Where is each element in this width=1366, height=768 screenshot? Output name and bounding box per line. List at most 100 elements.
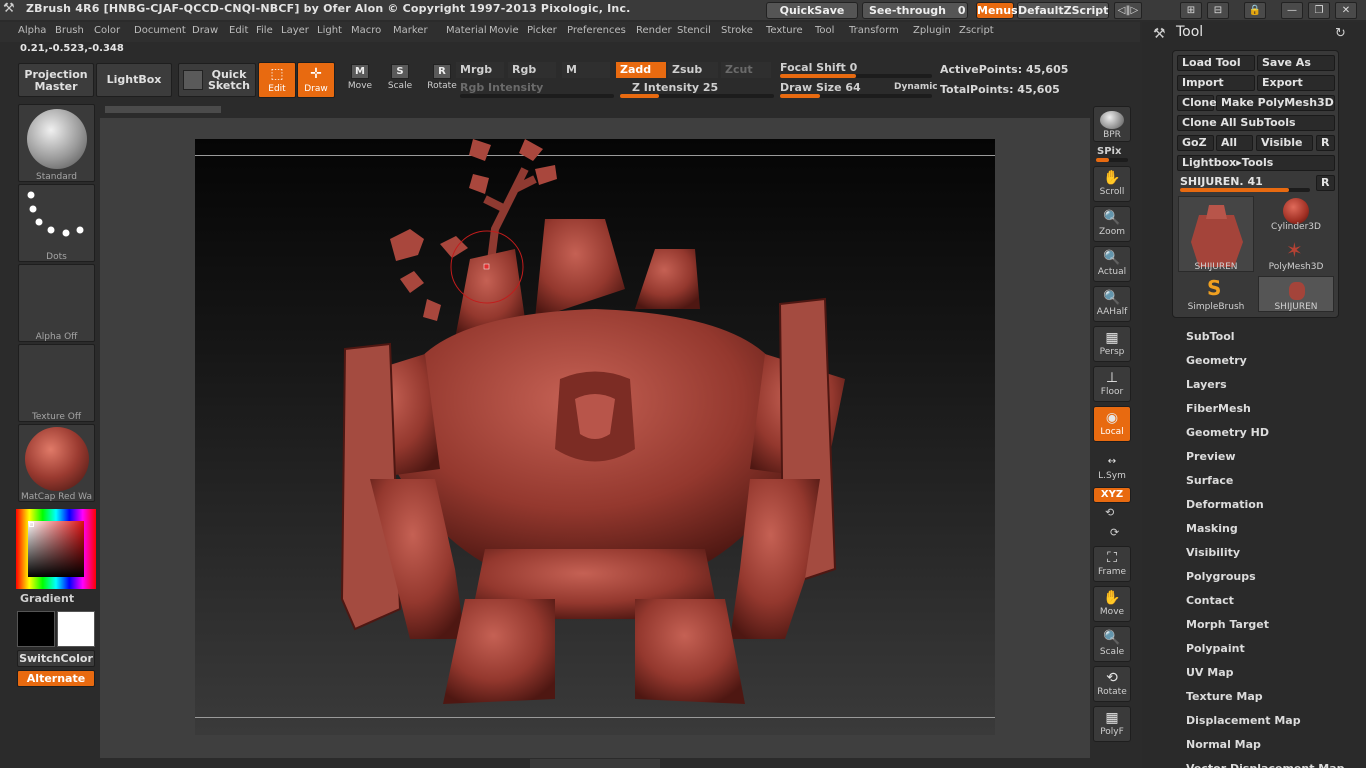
floor-button[interactable]: ⊥ Floor [1093,366,1131,402]
lock-icon[interactable]: 🔒 [1244,2,1266,19]
section-geometry-hd[interactable]: Geometry HD [1186,426,1269,439]
import-button[interactable]: Import [1177,75,1255,91]
menu-transform[interactable]: Transform [849,25,899,36]
bottom-scrollbar[interactable] [530,759,660,768]
zadd-button[interactable]: Zadd [616,62,666,78]
sculpt-model[interactable] [195,139,995,735]
primary-color-swatch[interactable] [17,611,55,647]
persp-button[interactable]: ▦ Persp [1093,326,1131,362]
goz-all-button[interactable]: All [1216,135,1253,151]
spix-slider[interactable]: SPix [1097,146,1121,157]
scale-mode-button[interactable]: S Scale [380,62,420,98]
restore-icon[interactable]: ❐ [1308,2,1330,19]
section-displacement-map[interactable]: Displacement Map [1186,714,1301,727]
section-subtool[interactable]: SubTool [1186,330,1235,343]
material-selector[interactable] [18,424,95,502]
section-masking[interactable]: Masking [1186,522,1238,535]
section-layers[interactable]: Layers [1186,378,1227,391]
switch-color-button[interactable]: SwitchColor [17,650,95,667]
rotate-view-button[interactable]: ⟲ Rotate [1093,666,1131,702]
lsym-button[interactable]: ↔ L.Sym [1093,452,1131,481]
menu-file[interactable]: File [256,25,273,36]
menu-material[interactable]: Material [446,25,487,36]
bpr-button[interactable]: BPR [1093,106,1131,142]
stroke-selector[interactable] [18,184,95,262]
brush-selector[interactable] [18,104,95,182]
actual-button[interactable]: 🔍 Actual [1093,246,1131,282]
canvas[interactable] [195,139,995,735]
move-view-button[interactable]: ✋ Move [1093,586,1131,622]
z-intensity-slider[interactable]: Z Intensity 25 [632,81,718,94]
goz-visible-button[interactable]: Visible [1256,135,1313,151]
tool-thumb-shijuren[interactable] [1178,196,1254,272]
section-polygroups[interactable]: Polygroups [1186,570,1256,583]
load-tool-button[interactable]: Load Tool [1177,55,1255,71]
menu-zscript[interactable]: Zscript [959,25,994,36]
menu-marker[interactable]: Marker [393,25,428,36]
section-contact[interactable]: Contact [1186,594,1234,607]
m-button[interactable]: M [562,62,610,78]
lightbox-tools-button[interactable]: Lightbox▸Tools [1177,155,1335,171]
scale-view-button[interactable]: 🔍 Scale [1093,626,1131,662]
quick-sketch-button[interactable]: Quick Sketch [178,63,256,97]
goz-r-button[interactable]: R [1316,135,1335,151]
rewind-icon[interactable]: ◁‖▷ [1114,2,1142,19]
menu-light[interactable]: Light [317,25,342,36]
secondary-color-swatch[interactable] [57,611,95,647]
scroll-button[interactable]: ✋ Scroll [1093,166,1131,202]
menu-tool[interactable]: Tool [815,25,834,36]
focal-shift-slider[interactable]: Focal Shift 0 [780,61,857,74]
menu-zplugin[interactable]: Zplugin [913,25,951,36]
draw-mode-button[interactable]: ✛ Draw [297,62,335,98]
zcut-button[interactable]: Zcut [721,62,771,78]
menu-alpha[interactable]: Alpha [18,25,46,36]
menu-layer[interactable]: Layer [281,25,309,36]
section-geometry[interactable]: Geometry [1186,354,1247,367]
make-polymesh3d-button[interactable]: Make PolyMesh3D [1216,95,1335,111]
section-visibility[interactable]: Visibility [1186,546,1240,559]
section-deformation[interactable]: Deformation [1186,498,1264,511]
refresh-icon[interactable]: ↻ [1335,26,1346,41]
menu-stroke[interactable]: Stroke [721,25,753,36]
export-button[interactable]: Export [1257,75,1335,91]
menu-color[interactable]: Color [94,25,120,36]
gradient-label[interactable]: Gradient [20,592,74,605]
section-surface[interactable]: Surface [1186,474,1233,487]
default-zscript-button[interactable]: DefaultZScript [1017,2,1109,19]
goz-button[interactable]: GoZ [1177,135,1214,151]
spix-track[interactable] [1096,158,1128,162]
zoom-button[interactable]: 🔍 Zoom [1093,206,1131,242]
menu-preferences[interactable]: Preferences [567,25,626,36]
rotate-z-icon[interactable]: ⟳ [1110,526,1119,539]
lightbox-button[interactable]: LightBox [96,63,172,97]
menu-document[interactable]: Document [134,25,186,36]
menu-macro[interactable]: Macro [351,25,381,36]
texture-selector[interactable] [18,344,95,422]
tool-r-button[interactable]: R [1316,175,1335,191]
rotate-y-icon[interactable]: ⟲ [1105,506,1114,519]
xyz-button[interactable]: XYZ [1093,487,1131,503]
minimize-icon[interactable]: — [1281,2,1303,19]
section-uv-map[interactable]: UV Map [1186,666,1234,679]
section-polypaint[interactable]: Polypaint [1186,642,1245,655]
section-texture-map[interactable]: Texture Map [1186,690,1263,703]
menu-movie[interactable]: Movie [489,25,519,36]
rgb-intensity-slider[interactable] [460,94,614,98]
aahalf-button[interactable]: 🔍 AAHalf [1093,286,1131,322]
menu-picker[interactable]: Picker [527,25,557,36]
frame-button[interactable]: ⛶ Frame [1093,546,1131,582]
document-scrollbar[interactable] [105,106,221,113]
simplebrush-icon[interactable]: S [1207,276,1221,300]
section-vector-displacement-map[interactable]: Vector Displacement Map [1186,762,1345,768]
z-intensity-track[interactable] [620,94,774,98]
alternate-button[interactable]: Alternate [17,670,95,687]
menu-edit[interactable]: Edit [229,25,248,36]
layout-alt-icon[interactable]: ⊟ [1207,2,1229,19]
see-through-slider[interactable]: See-through 0 [862,2,968,19]
clone-all-subtools-button[interactable]: Clone All SubTools [1177,115,1335,131]
mrgb-button[interactable]: Mrgb [456,62,504,78]
section-preview[interactable]: Preview [1186,450,1236,463]
tool-palette-title[interactable]: Tool [1176,24,1203,40]
menu-draw[interactable]: Draw [192,25,218,36]
section-morph-target[interactable]: Morph Target [1186,618,1269,631]
